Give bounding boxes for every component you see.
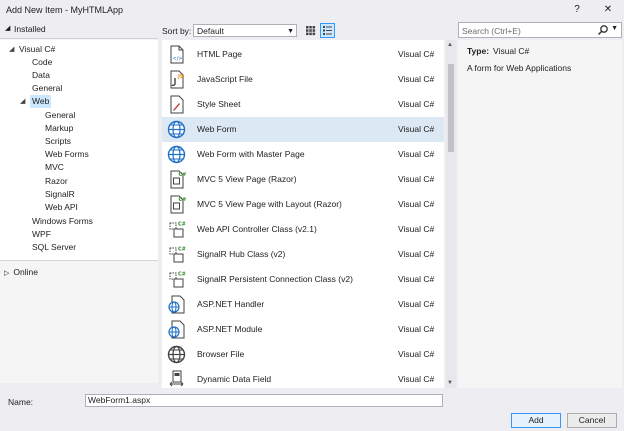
template-item-aspnet-handler[interactable]: ASP.NET Handler Visual C# <box>162 292 444 317</box>
tree-node-code[interactable]: Code <box>32 56 52 69</box>
tree-node-wpf[interactable]: WPF <box>32 228 51 241</box>
csharp-class-icon: C# <box>169 272 186 288</box>
template-list: </> HTML Page Visual C# JS JavaScript Fil… <box>162 40 444 388</box>
dropdown-arrow-icon: ▼ <box>287 28 294 35</box>
svg-text:C#: C# <box>178 222 186 228</box>
template-item-web-form-master[interactable]: Web Form with Master Page Visual C# <box>162 142 444 167</box>
details-pane: Type: Visual C# A form for Web Applicatio… <box>458 40 622 388</box>
name-input[interactable]: WebForm1.aspx <box>85 394 443 407</box>
svg-text:C#: C# <box>179 197 187 203</box>
mvc-view-icon: C# <box>170 170 187 189</box>
grid-view-button[interactable] <box>303 23 318 38</box>
csharp-class-icon: C# <box>169 247 186 263</box>
scroll-up-arrow-icon[interactable]: ▲ <box>447 42 453 48</box>
list-view-icon <box>323 26 332 35</box>
tree-node-general[interactable]: General <box>32 82 62 95</box>
add-button[interactable]: Add <box>511 413 561 428</box>
tree-node-web-api[interactable]: Web API <box>45 201 78 214</box>
csharp-class-icon: C# <box>169 222 186 238</box>
tree-node-mvc[interactable]: MVC <box>45 161 64 174</box>
template-item-javascript-file[interactable]: JS JavaScript File Visual C# <box>162 67 444 92</box>
installed-label: Installed <box>14 24 46 34</box>
template-item-browser-file[interactable]: Browser File Visual C# <box>162 342 444 367</box>
template-item-web-api-controller[interactable]: C# Web API Controller Class (v2.1) Visual… <box>162 217 444 242</box>
tree-node-scripts[interactable]: Scripts <box>45 135 71 148</box>
globe-icon <box>167 120 186 139</box>
search-icon[interactable] <box>597 24 609 36</box>
globe-icon <box>167 145 186 164</box>
expanded-arrow-icon: ◢ <box>9 46 15 53</box>
globe-file-icon <box>168 320 185 339</box>
scrollbar-thumb[interactable] <box>448 64 454 152</box>
name-label: Name: <box>8 397 34 407</box>
template-item-style-sheet[interactable]: Style Sheet Visual C# <box>162 92 444 117</box>
tree-node-web-forms[interactable]: Web Forms <box>45 148 89 161</box>
template-item-signalr-persistent[interactable]: C# SignalR Persistent Connection Class (… <box>162 267 444 292</box>
template-item-web-form[interactable]: Web Form Visual C# <box>162 117 444 142</box>
tree-node-data[interactable]: Data <box>32 69 50 82</box>
browser-file-icon <box>167 345 186 364</box>
tree-node-sql-server[interactable]: SQL Server <box>32 241 76 254</box>
template-item-signalr-hub[interactable]: C# SignalR Hub Class (v2) Visual C# <box>162 242 444 267</box>
expanded-arrow-icon: ◢ <box>20 98 26 105</box>
globe-file-icon <box>168 295 185 314</box>
tree-node-web[interactable]: ◢ Web <box>20 95 52 108</box>
search-options-arrow-icon[interactable]: ▼ <box>611 25 618 32</box>
svg-text:C#: C# <box>178 272 186 278</box>
close-button[interactable]: ✕ <box>600 3 616 17</box>
category-panel: ◢ Installed ◢ Visual C# Code Data General… <box>0 20 158 383</box>
list-view-button[interactable] <box>320 23 335 38</box>
template-item-html-page[interactable]: </> HTML Page Visual C# <box>162 42 444 67</box>
sort-dropdown[interactable]: Default ▼ <box>193 24 297 37</box>
grid-view-icon <box>306 26 316 36</box>
template-item-mvc-view-layout[interactable]: C# MVC 5 View Page with Layout (Razor) Vi… <box>162 192 444 217</box>
search-box[interactable]: Search (Ctrl+E) ▼ <box>458 22 622 38</box>
mvc-view-icon: C# <box>170 195 187 214</box>
title-bar: Add New Item - MyHTMLApp ? ✕ <box>0 0 624 20</box>
detail-type: Type: Visual C# <box>467 46 530 56</box>
online-section: ▷ Online <box>0 260 158 383</box>
tree-node-windows-forms[interactable]: Windows Forms <box>32 215 93 228</box>
javascript-file-icon: JS <box>170 70 184 89</box>
tree-node-visual-csharp[interactable]: ◢ Visual C# <box>9 43 55 56</box>
style-sheet-icon <box>170 95 184 114</box>
tree-node-markup[interactable]: Markup <box>45 122 73 135</box>
cancel-button[interactable]: Cancel <box>567 413 617 428</box>
tree-node-web-general[interactable]: General <box>45 109 75 122</box>
collapsed-arrow-icon: ▷ <box>4 270 10 277</box>
list-toolbar: Sort by: Default ▼ <box>162 22 450 40</box>
svg-text:JS: JS <box>177 74 184 80</box>
detail-description: A form for Web Applications <box>467 63 572 73</box>
html-page-icon: </> <box>170 45 184 64</box>
tree-node-online[interactable]: ▷ Online <box>4 266 38 279</box>
template-list-scrollbar[interactable]: ▲ ▼ <box>446 40 456 388</box>
window-title: Add New Item - MyHTMLApp <box>6 5 124 15</box>
category-tree: ◢ Visual C# Code Data General ◢ Web Genera… <box>0 40 158 260</box>
tree-node-razor[interactable]: Razor <box>45 175 68 188</box>
scroll-down-arrow-icon[interactable]: ▼ <box>447 380 453 386</box>
svg-text:</>: </> <box>173 56 183 62</box>
template-item-dynamic-data-field[interactable]: Dynamic Data Field Visual C# <box>162 367 444 388</box>
collapse-arrow-icon: ◢ <box>5 25 11 32</box>
template-item-aspnet-module[interactable]: ASP.NET Module Visual C# <box>162 317 444 342</box>
template-item-mvc-view[interactable]: C# MVC 5 View Page (Razor) Visual C# <box>162 167 444 192</box>
help-button[interactable]: ? <box>569 3 585 17</box>
svg-text:C#: C# <box>179 172 187 178</box>
installed-header[interactable]: ◢ Installed <box>0 20 158 39</box>
dynamic-data-icon <box>169 370 184 387</box>
sort-label: Sort by: <box>162 26 192 36</box>
svg-text:C#: C# <box>178 247 186 253</box>
search-placeholder: Search (Ctrl+E) <box>462 26 521 36</box>
tree-node-signalr[interactable]: SignalR <box>45 188 75 201</box>
